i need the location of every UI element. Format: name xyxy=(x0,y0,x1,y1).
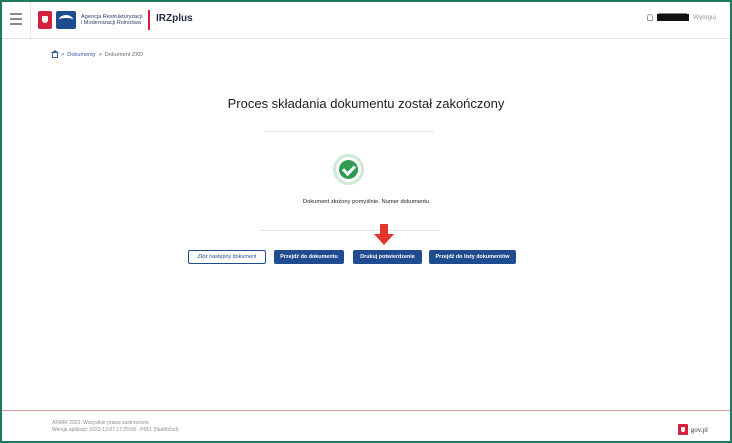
user-icon xyxy=(646,14,653,21)
breadcrumb-separator: > xyxy=(98,52,102,58)
arimr-logo-icon xyxy=(56,11,76,29)
next-document-button[interactable]: Złóż następny dokument xyxy=(188,250,266,264)
breadcrumb: > Dokumenty > Dokument ZKD xyxy=(51,49,144,58)
eagle-icon xyxy=(38,11,52,29)
logo-separator xyxy=(148,10,150,30)
footer-version: Wersja aplikacji: 2022-12-07 17:25:58 - … xyxy=(52,427,179,433)
footer-divider xyxy=(2,410,730,411)
home-icon[interactable] xyxy=(51,49,59,58)
logout-link[interactable]: Wyloguj xyxy=(693,14,716,21)
red-arrow-down-icon xyxy=(374,224,394,246)
app-frame: Agencja Restrukturyzacji i Modernizacji … xyxy=(0,0,732,443)
print-confirmation-button[interactable]: Drukuj potwierdzenie xyxy=(353,250,422,264)
agency-line-2: i Modernizacji Rolnictwa xyxy=(81,20,141,26)
hamburger-icon[interactable] xyxy=(10,13,22,25)
divider-bottom xyxy=(260,230,440,231)
check-circle-icon xyxy=(333,154,364,185)
gov-eagle-icon xyxy=(677,424,688,435)
go-to-document-button[interactable]: Przejdź do dokumentu xyxy=(274,250,344,264)
top-bar: Agencja Restrukturyzacji i Modernizacji … xyxy=(2,2,730,39)
breadcrumb-separator: > xyxy=(61,52,65,58)
user-area: ████████ Wyloguj xyxy=(646,14,716,21)
footer-copyright: ARiMR 2022. Wszystkie prawa zastrzeżone xyxy=(52,420,149,426)
footer-info: ARiMR 2022. Wszystkie prawa zastrzeżone … xyxy=(52,420,179,434)
user-name: ████████ xyxy=(656,14,689,21)
agency-logo[interactable]: Agencja Restrukturyzacji i Modernizacji … xyxy=(38,9,143,31)
menu-divider xyxy=(30,2,31,38)
divider-top xyxy=(264,131,434,132)
gov-label: gov.pl xyxy=(690,425,708,434)
gov-link[interactable]: gov.pl xyxy=(677,424,708,435)
go-to-list-button[interactable]: Przejdź do listy dokumentów xyxy=(429,250,516,264)
breadcrumb-documents[interactable]: Dokumenty xyxy=(67,52,95,58)
breadcrumb-current: Dokument ZKD xyxy=(104,52,144,58)
app-name: IRZplus xyxy=(156,13,193,24)
page-title: Proces składania dokumentu został zakońc… xyxy=(227,96,505,111)
agency-name: Agencja Restrukturyzacji i Modernizacji … xyxy=(81,14,143,27)
status-message: Dokument złożony pomyślnie. Numer dokume… xyxy=(302,199,430,205)
